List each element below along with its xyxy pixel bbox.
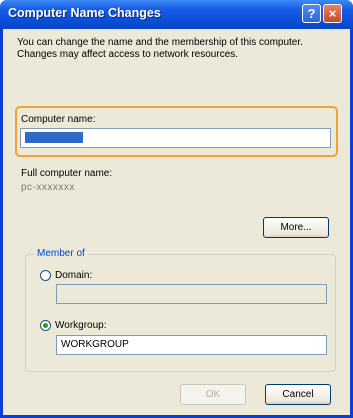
full-computer-name-label: Full computer name: bbox=[21, 168, 113, 179]
workgroup-input[interactable]: WORKGROUP bbox=[56, 335, 327, 355]
domain-input[interactable] bbox=[56, 284, 327, 304]
full-computer-name-value: pc-xxxxxxx bbox=[21, 182, 75, 193]
computer-name-label: Computer name: bbox=[21, 114, 96, 125]
cancel-button[interactable]: Cancel bbox=[265, 384, 331, 405]
computer-name-value: pc-xxxxxxx bbox=[25, 132, 83, 143]
title-bar[interactable]: Computer Name Changes ? × bbox=[0, 0, 353, 29]
computer-name-changes-dialog: Computer Name Changes ? × You can change… bbox=[0, 0, 353, 418]
domain-radio[interactable] bbox=[40, 270, 51, 281]
dialog-title: Computer Name Changes bbox=[8, 6, 161, 20]
member-of-label: Member of bbox=[34, 248, 88, 259]
more-button[interactable]: More... bbox=[263, 217, 329, 238]
ok-button[interactable]: OK bbox=[180, 384, 246, 405]
help-button[interactable]: ? bbox=[302, 4, 321, 23]
workgroup-label: Workgroup: bbox=[55, 320, 107, 331]
description-text: You can change the name and the membersh… bbox=[17, 37, 303, 60]
domain-label: Domain: bbox=[55, 270, 93, 281]
radio-selected-dot bbox=[43, 323, 48, 328]
computer-name-input[interactable]: pc-xxxxxxx bbox=[20, 128, 331, 148]
close-button[interactable]: × bbox=[323, 4, 342, 23]
workgroup-radio[interactable] bbox=[40, 320, 51, 331]
